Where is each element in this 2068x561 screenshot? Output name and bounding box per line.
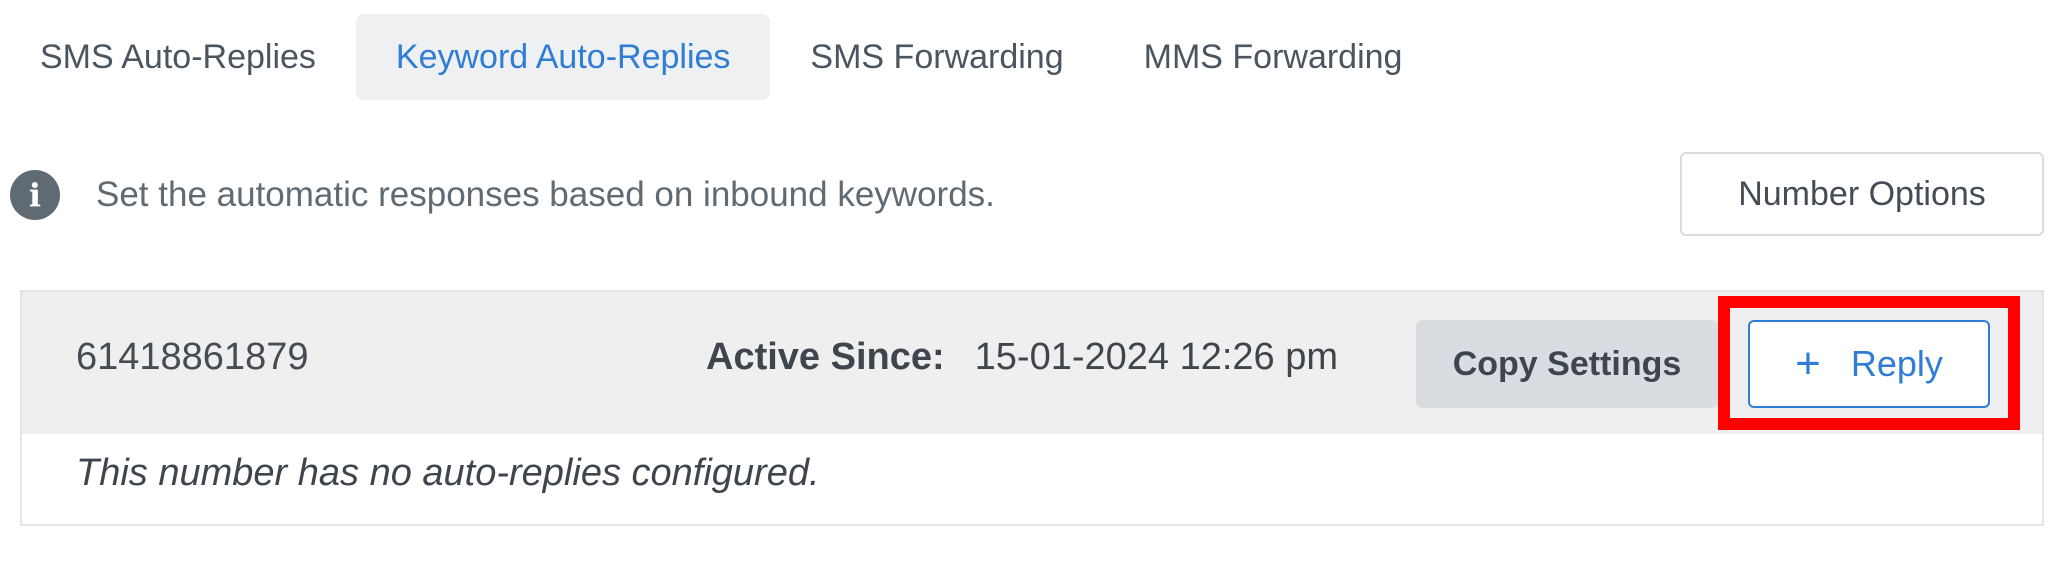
- reply-button-label: Reply: [1850, 343, 1943, 384]
- empty-message: This number has no auto-replies configur…: [76, 452, 820, 494]
- page: SMS Auto-Replies Keyword Auto-Replies SM…: [0, 0, 2068, 561]
- info-text: Set the automatic responses based on inb…: [96, 175, 995, 214]
- tab-bar: SMS Auto-Replies Keyword Auto-Replies SM…: [0, 14, 1442, 100]
- active-since-label: Active Since:: [706, 336, 945, 378]
- number-card: 61418861879 Active Since: 15-01-2024 12:…: [20, 290, 2044, 526]
- number-options-button[interactable]: Number Options: [1680, 152, 2044, 236]
- plus-icon: +: [1795, 339, 1821, 388]
- phone-number: 61418861879: [76, 336, 309, 378]
- info-row: i Set the automatic responses based on i…: [10, 170, 995, 220]
- number-card-header: 61418861879 Active Since: 15-01-2024 12:…: [22, 292, 2042, 434]
- tab-sms-forwarding[interactable]: SMS Forwarding: [770, 14, 1103, 100]
- copy-settings-button[interactable]: Copy Settings: [1416, 320, 1718, 408]
- tab-sms-auto-replies[interactable]: SMS Auto-Replies: [0, 14, 356, 100]
- add-reply-button[interactable]: + Reply: [1748, 320, 1990, 408]
- tab-keyword-auto-replies[interactable]: Keyword Auto-Replies: [355, 14, 771, 100]
- active-since: Active Since: 15-01-2024 12:26 pm: [706, 336, 1338, 379]
- info-icon: i: [10, 170, 60, 220]
- tab-mms-forwarding[interactable]: MMS Forwarding: [1104, 14, 1443, 100]
- active-since-value: 15-01-2024 12:26 pm: [974, 336, 1339, 378]
